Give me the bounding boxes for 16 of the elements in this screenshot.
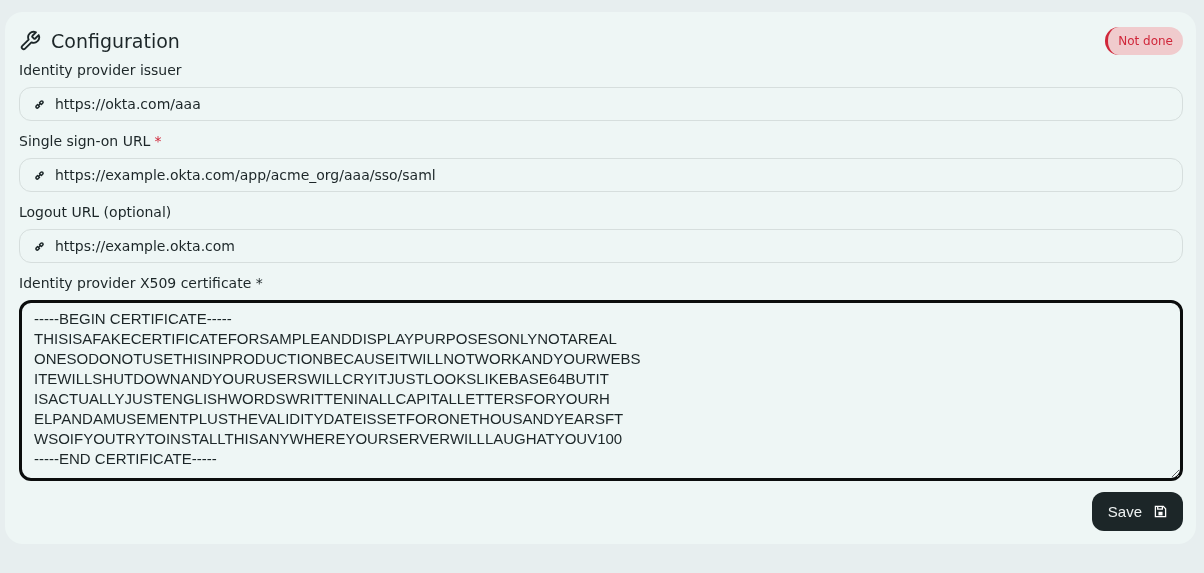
url-field[interactable]: https://okta.com/aaa bbox=[19, 87, 1183, 121]
field-label: Identity provider X509 certificate * bbox=[19, 275, 263, 291]
wrench-icon bbox=[19, 30, 41, 52]
certificate-field[interactable]: -----BEGIN CERTIFICATE----- THISISAFAKECERTIFICATEFORSAMPLEANDDISPLAYPURPOSESONLYNOTAREAL ONESODONOTUSETHISINPRODUCTIONBECAUSEITWILLNOTWORKANDYOURWEBS ITEWILLSHUTDOWNANDYOURUSERSWILLCRYITJUSTLOOKSLIKEBASE64BUTIT ISACTUALLYJUSTENGLISHWORDSWRITTENINALLCAPITALLETTERSFORYOURH ELPANDAMUSEMENTPLUSTHEVALIDITYDATEISSETFORONETHOUSANDYEARSFT WSOIFYOUTRYTOINSTALLTHISANYWHEREYOURSERVERWILLLAUGHATYOUV100 -----END CERTIFICATE----- bbox=[19, 300, 1183, 481]
required-mark: * bbox=[154, 133, 162, 149]
status-badge: Not done bbox=[1105, 27, 1183, 55]
field-label: Logout URL (optional) bbox=[19, 204, 172, 220]
section-title: Configuration bbox=[51, 30, 180, 52]
link-icon bbox=[34, 98, 45, 110]
link-icon bbox=[34, 169, 45, 181]
field-label: Single sign-on URL bbox=[19, 133, 151, 149]
url-field[interactable]: https://example.okta.com bbox=[19, 229, 1183, 263]
link-icon bbox=[34, 240, 45, 252]
save-button[interactable]: Save bbox=[1091, 492, 1183, 531]
url-field[interactable]: https://example.okta.com/app/acme_org/aaa/sso/saml bbox=[19, 158, 1183, 192]
field-label: Identity provider issuer bbox=[19, 62, 182, 78]
